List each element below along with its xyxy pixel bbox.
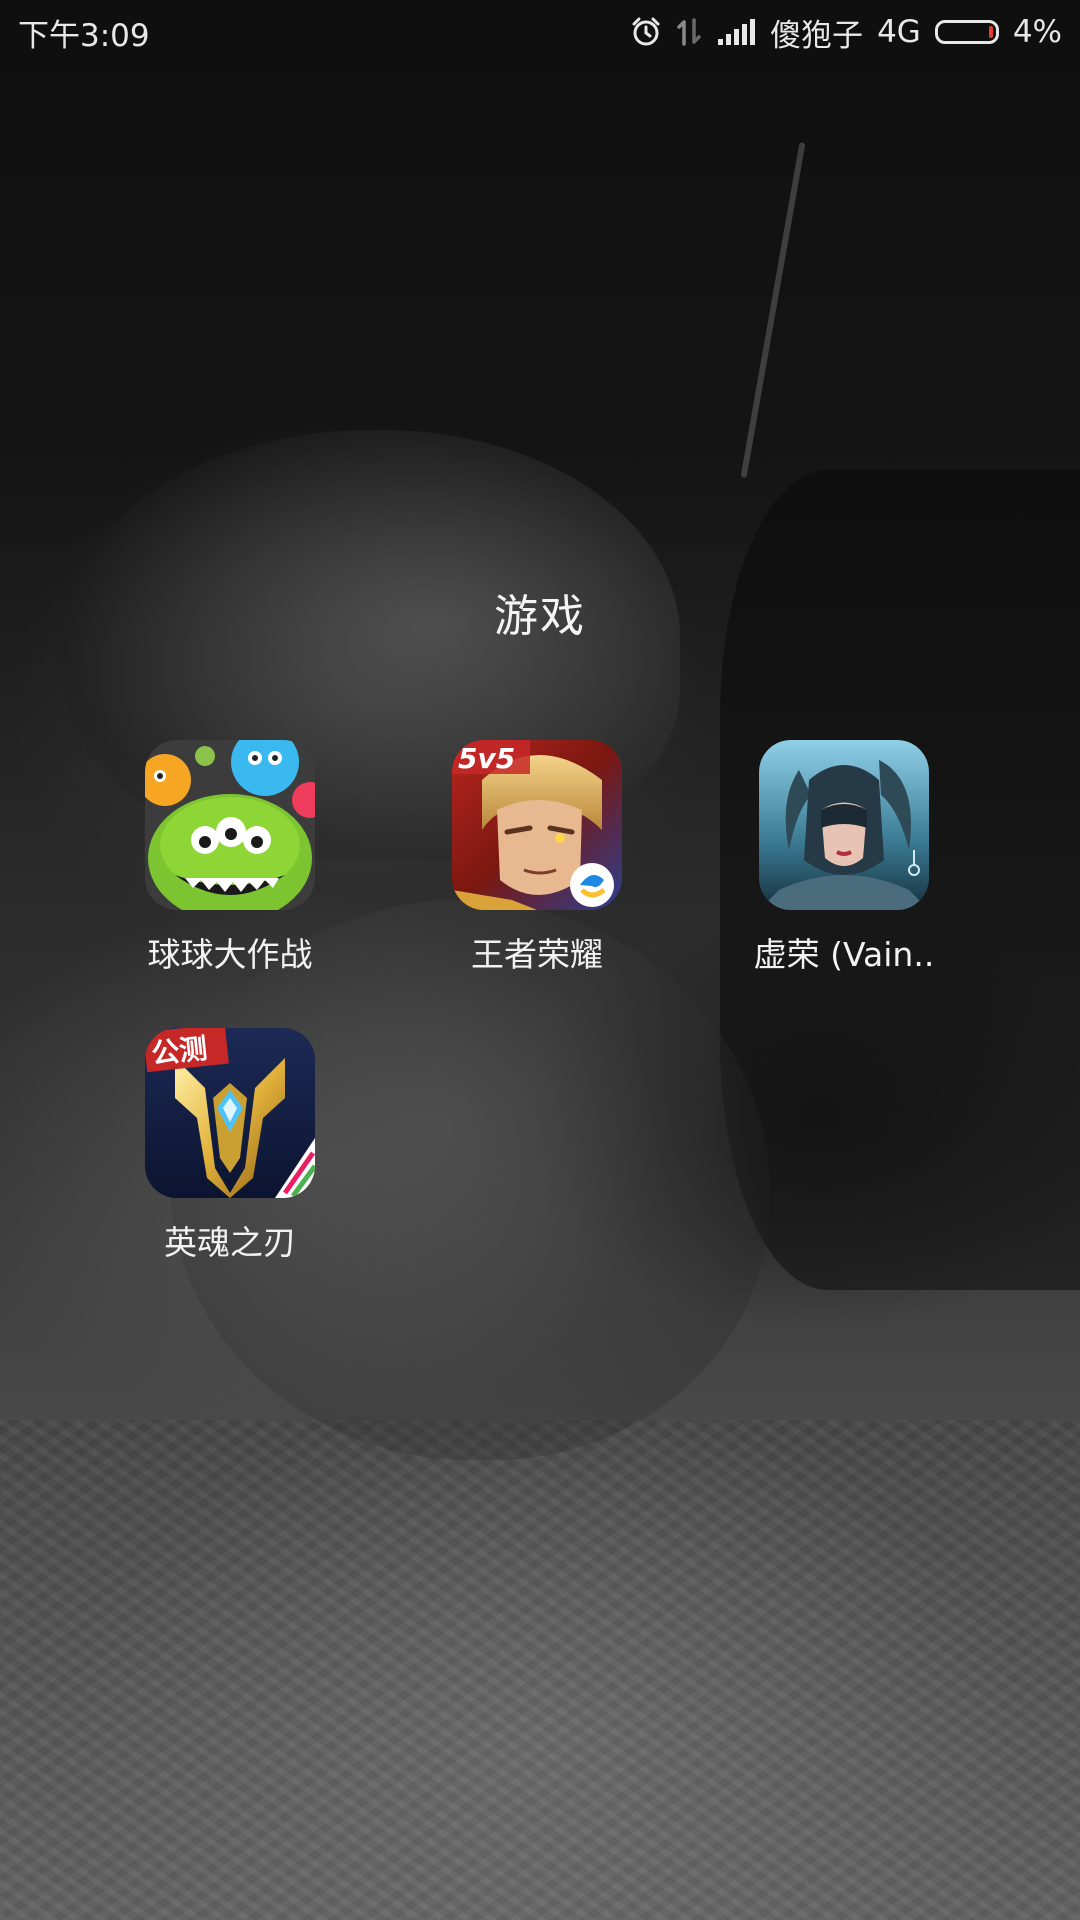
status-time: 下午3:09 [18,17,150,54]
honor-of-kings-app-icon[interactable]: 5v5 [452,740,622,910]
folder-title[interactable]: 游戏 [0,580,1080,644]
app-honor-of-kings[interactable]: 5v5 王者荣耀 [417,740,657,976]
alarm-clock-icon [630,16,662,48]
vainglory-app-icon[interactable] [759,740,929,910]
network-type: 4G [877,14,921,50]
battery-icon [934,20,999,44]
data-transfer-icon [676,16,702,48]
home-screen: 下午3:09 傻狍子 4G 4% 游戏 球球大作战 5v5 王者荣耀 虚荣 (V… [0,0,1080,1920]
wallpaper-towel [0,1420,1080,1920]
app-label: 英魂之刃 [164,1223,296,1262]
app-label: 虚荣 (Vain.. [753,935,935,974]
status-bar: 下午3:09 傻狍子 4G 4% [0,0,1080,64]
soul-blade-app-icon[interactable]: 公测 [145,1028,315,1198]
battery-percent: 4% [1012,14,1062,50]
carrier-name: 傻狍子 [770,17,864,54]
wallpaper-cable [740,142,806,478]
signal-strength-icon [716,17,756,47]
hok-5v5-badge: 5v5 [458,742,515,775]
app-label: 球球大作战 [147,935,313,974]
battery-level-fill [988,26,993,38]
app-ball-battle[interactable]: 球球大作战 [110,740,350,976]
soul-blade-beta-badge: 公测 [150,1032,209,1071]
app-label: 王者荣耀 [471,935,603,974]
status-icons: 傻狍子 4G 4% [630,10,1062,55]
app-soul-blade[interactable]: 公测 英魂之刃 [110,1028,350,1264]
app-vainglory[interactable]: 虚荣 (Vain.. [724,740,964,976]
ball-battle-app-icon[interactable] [145,740,315,910]
